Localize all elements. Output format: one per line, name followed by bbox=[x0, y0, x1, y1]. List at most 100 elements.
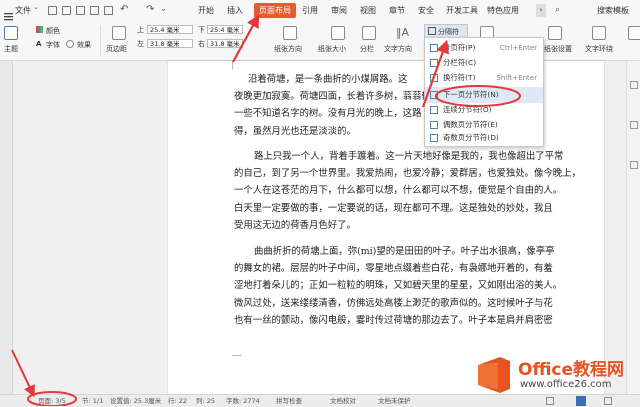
sidebar-tool-icon[interactable] bbox=[630, 121, 638, 129]
right-sidebar bbox=[626, 61, 640, 394]
bottom-margin-label: 下 bbox=[198, 26, 205, 34]
tab-special-apps[interactable]: 特色应用 bbox=[487, 0, 519, 22]
breaks-dropdown-menu: 分页符(P) Ctrl+Enter 分栏符(C) 换行符(T) Shift+En… bbox=[424, 37, 544, 147]
text-line: 涩地打着朵儿的；正如一粒粒的明珠，又如碧天里的星星，又如刚出浴的美人。 bbox=[234, 280, 563, 292]
continuous-section-icon bbox=[430, 106, 438, 114]
word-count[interactable]: 字数: 2774 bbox=[226, 395, 260, 407]
menu-bar: 文件 ⌄ ↶ ↷ ⌄ 开始 插入 页面布局 引用 审阅 视图 章节 安全 开发工… bbox=[0, 0, 640, 23]
menu-item-shortcut: Ctrl+Enter bbox=[499, 44, 537, 52]
sidebar-tool-icon[interactable] bbox=[630, 81, 638, 89]
search-templates[interactable]: 搜索模板 bbox=[597, 0, 629, 22]
menu-item-label: 换行符(T) bbox=[443, 73, 476, 82]
redo-icon[interactable]: ↷ bbox=[146, 4, 154, 15]
menu-item-label: 连续分节符(O) bbox=[443, 105, 492, 114]
breaks-button[interactable]: 分隔符 bbox=[424, 24, 468, 38]
tab-review[interactable]: 审阅 bbox=[331, 0, 347, 22]
columns-label[interactable]: 分栏 bbox=[360, 44, 374, 54]
page-break-icon bbox=[428, 27, 436, 35]
color-icon bbox=[36, 26, 43, 33]
text-line: 白天里一定要做的事，一定要说的话，现在都可不理。这是独处的妙处，我且 bbox=[234, 202, 553, 214]
menu-item-label: 分栏符(C) bbox=[443, 58, 477, 67]
paper-size-label[interactable]: 纸张大小 bbox=[318, 44, 346, 54]
setting-value: 设置值: 25.3厘米 bbox=[110, 397, 162, 405]
tab-section[interactable]: 章节 bbox=[389, 0, 405, 22]
ribbon: 主题 颜色 A 字体 效果 页边距 上 25.4 毫米 下 25.4 毫米 左 … bbox=[0, 22, 640, 61]
paper-orientation-label[interactable]: 纸张方向 bbox=[274, 44, 302, 54]
page-break-icon bbox=[430, 44, 438, 52]
paper-size-icon[interactable] bbox=[331, 26, 345, 40]
right-margin-input[interactable]: 31.8 毫米 bbox=[207, 39, 243, 48]
document-proofread[interactable]: 文档校对 bbox=[330, 395, 356, 407]
undo-icon[interactable]: ↶ bbox=[120, 4, 128, 15]
file-menu[interactable]: 文件 bbox=[15, 0, 31, 22]
top-margin-label: 上 bbox=[137, 26, 144, 34]
top-margin-input[interactable]: 25.4 毫米 bbox=[147, 25, 193, 34]
text-line: 微风过处，送来缕缕清香，仿佛远处高楼上渺茫的歌声似的。这时候叶子与花 bbox=[234, 297, 553, 309]
font-label[interactable]: 字体 bbox=[46, 40, 60, 50]
print-icon[interactable] bbox=[76, 6, 85, 15]
format-painter-icon[interactable] bbox=[104, 6, 113, 15]
menu-item-continuous-section-break[interactable]: 连续分节符(O) bbox=[425, 102, 543, 118]
menu-icon[interactable] bbox=[4, 6, 13, 21]
margins-icon[interactable] bbox=[112, 26, 126, 40]
menu-item-next-page-section-break[interactable]: 下一页分节符(N) bbox=[425, 87, 543, 103]
theme-icon[interactable] bbox=[4, 26, 18, 40]
theme-label[interactable]: 主题 bbox=[4, 44, 18, 54]
text-line: 的自己，到了另一个世界里。我爱热闹，也爱冷静；爱群居，也爱独处。像今晚上， bbox=[234, 168, 581, 180]
tab-security[interactable]: 安全 bbox=[418, 0, 434, 22]
brand-url: www.office26.com bbox=[520, 379, 612, 390]
text-line: 受用这无边的荷香月色好了。 bbox=[234, 219, 356, 231]
text-wrap-icon[interactable] bbox=[592, 26, 606, 40]
left-margin-input[interactable]: 31.8 毫米 bbox=[147, 39, 193, 48]
align-icon[interactable] bbox=[628, 26, 640, 40]
odd-page-section-icon bbox=[430, 134, 438, 142]
chevron-down-icon[interactable]: ⌄ bbox=[33, 3, 39, 11]
bottom-margin-input[interactable]: 25.4 毫米 bbox=[207, 25, 243, 34]
divider bbox=[100, 26, 101, 56]
ribbon-collapse-icon[interactable]: › bbox=[536, 4, 546, 17]
tab-insert[interactable]: 插入 bbox=[227, 0, 243, 22]
text-line: 曲曲折折的荷塘上面，弥(mi)望的是田田的叶子。叶子出水很高，像亭亭 bbox=[254, 246, 555, 257]
office-logo-icon bbox=[478, 357, 510, 393]
section-indicator: 节: 1/1 bbox=[82, 397, 104, 405]
tab-developer[interactable]: 开发工具 bbox=[446, 0, 478, 22]
brand-name: Office教程网 bbox=[518, 360, 625, 380]
text-line: 也有一丝的颤动，像闪电般，霎时传过荷塘的那边去了。叶子本是肩并肩密密 bbox=[234, 314, 553, 326]
save-icon[interactable] bbox=[48, 6, 57, 15]
text-wrap-label[interactable]: 文字环绕 bbox=[585, 44, 613, 54]
text-direction-icon[interactable]: ‖A bbox=[396, 26, 409, 39]
left-gutter bbox=[0, 61, 13, 394]
menu-item-line-break[interactable]: 换行符(T) Shift+Enter bbox=[425, 70, 543, 86]
paper-settings-icon[interactable] bbox=[548, 26, 562, 40]
search-icon[interactable]: ⌕ bbox=[555, 5, 560, 15]
menu-item-column-break[interactable]: 分栏符(C) bbox=[425, 55, 543, 71]
tab-view[interactable]: 视图 bbox=[360, 0, 376, 22]
export-pdf-icon[interactable] bbox=[90, 6, 99, 15]
menu-item-odd-page-section-break[interactable]: 奇数页分节符(D) bbox=[425, 130, 543, 146]
paper-orientation-icon[interactable] bbox=[283, 26, 297, 40]
margin-corner-mark bbox=[232, 61, 233, 69]
more-icon[interactable]: ⌄ bbox=[160, 4, 167, 13]
effect-icon bbox=[66, 40, 74, 48]
paragraph-3: 曲曲折折的荷塘上面，弥(mi)望的是田田的叶子。叶子出水很高，像亭亭 的舞女的裙… bbox=[234, 243, 600, 329]
brand-watermark: Office教程网 www.office26.com bbox=[474, 353, 624, 399]
text-line: 的舞女的裙。层层的叶子中间，零星地点缀着些白花，有袅娜地开着的，有羞 bbox=[234, 263, 553, 275]
page-indicator[interactable]: 页面: 3/5 bbox=[38, 395, 66, 407]
sidebar-tool-icon[interactable] bbox=[630, 161, 638, 169]
spell-check[interactable]: 拼写检查 bbox=[276, 395, 302, 407]
paper-settings-label[interactable]: 纸张设置 bbox=[544, 44, 572, 54]
text-direction-label[interactable]: 文字方向 bbox=[384, 44, 412, 54]
color-label[interactable]: 颜色 bbox=[46, 26, 60, 36]
effect-label[interactable]: 效果 bbox=[77, 40, 91, 50]
left-margin-label: 左 bbox=[137, 40, 144, 48]
columns-icon[interactable] bbox=[362, 26, 376, 40]
document-protection[interactable]: 文档未保护 bbox=[378, 395, 411, 407]
margin-corner-mark bbox=[232, 355, 242, 356]
print-preview-icon[interactable] bbox=[62, 6, 71, 15]
tab-home[interactable]: 开始 bbox=[198, 0, 214, 22]
col-indicator: 列: 25 bbox=[196, 397, 216, 405]
menu-item-page-break[interactable]: 分页符(P) Ctrl+Enter bbox=[425, 40, 543, 56]
margins-label[interactable]: 页边距 bbox=[106, 44, 127, 54]
tab-page-layout[interactable]: 页面布局 bbox=[254, 3, 296, 18]
tab-references[interactable]: 引用 bbox=[302, 0, 318, 22]
